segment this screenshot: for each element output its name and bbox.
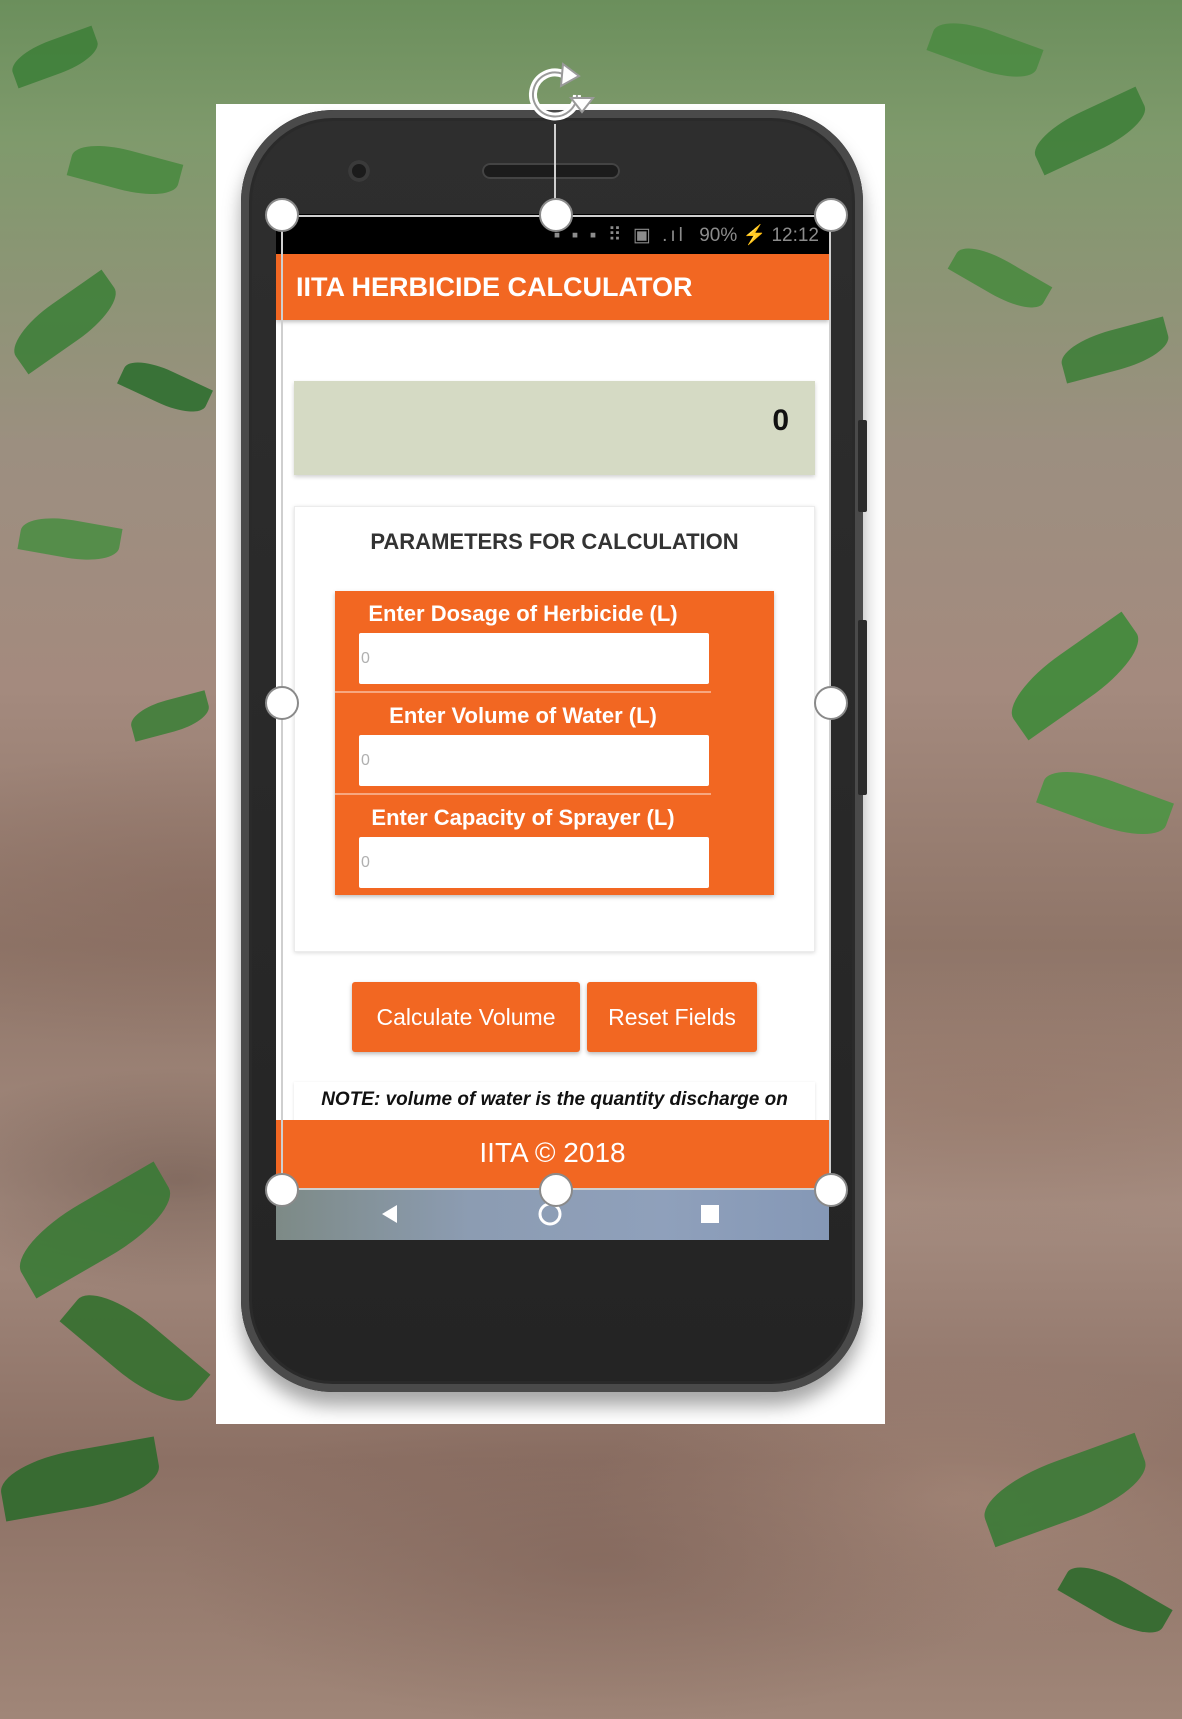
leaf-decoration (17, 511, 123, 567)
resize-handle-bottom-left[interactable] (265, 1173, 299, 1207)
leaf-decoration (6, 25, 104, 89)
leaf-decoration (1036, 759, 1174, 847)
leaf-decoration (59, 1278, 211, 1418)
leaf-decoration (926, 12, 1044, 88)
leaf-decoration (1026, 86, 1154, 176)
phone-side-button (858, 420, 867, 512)
leaf-decoration (974, 1432, 1156, 1548)
leaf-decoration (6, 1161, 184, 1299)
leaf-decoration (3, 269, 127, 375)
rotate-handle[interactable] (519, 62, 599, 128)
leaf-decoration (0, 1436, 164, 1522)
resize-handle-left[interactable] (265, 686, 299, 720)
back-icon (382, 1205, 397, 1223)
back-nav-button[interactable] (368, 1194, 412, 1234)
resize-handle-bottom-right[interactable] (814, 1173, 848, 1207)
phone-speaker (482, 163, 620, 179)
recents-icon (701, 1205, 719, 1223)
resize-handle-bottom[interactable] (539, 1173, 573, 1207)
resize-handle-top-right[interactable] (814, 198, 848, 232)
leaf-decoration (127, 690, 213, 742)
leaf-decoration (1057, 1555, 1173, 1645)
leaf-decoration (947, 237, 1053, 319)
selection-frame (281, 215, 831, 1190)
leaf-decoration (998, 611, 1152, 741)
phone-side-button (858, 620, 867, 795)
rotate-icon (529, 62, 596, 121)
leaf-decoration (1056, 316, 1174, 384)
resize-handle-right[interactable] (814, 686, 848, 720)
leaf-decoration (117, 352, 213, 422)
recents-nav-button[interactable] (688, 1194, 732, 1234)
resize-handle-top-left[interactable] (265, 198, 299, 232)
leaf-decoration (66, 136, 184, 204)
camera-icon (348, 160, 370, 182)
resize-handle-top[interactable] (539, 198, 573, 232)
